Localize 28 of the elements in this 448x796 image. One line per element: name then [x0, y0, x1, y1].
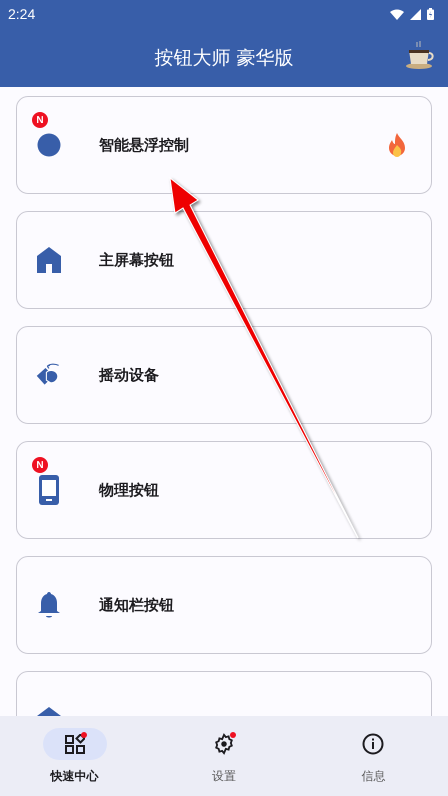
wifi-icon [390, 8, 404, 20]
nav-tab[interactable]: 设置 [149, 716, 299, 796]
card-label: 物理按钮 [99, 480, 160, 500]
new-badge: N [32, 457, 48, 473]
settings-icon [212, 733, 235, 755]
card-label: 主屏幕按钮 [99, 250, 175, 270]
home-icon [37, 247, 61, 273]
feature-card[interactable]: 摇动设备 [16, 326, 432, 424]
smartphone-icon [39, 475, 59, 505]
circle-icon [37, 133, 61, 157]
apps-icon [64, 734, 85, 754]
feature-card[interactable]: N 物理按钮 [16, 441, 432, 539]
app-title: 按钮大师 豪华版 [154, 46, 294, 70]
feature-card[interactable]: N 智能悬浮控制 [16, 96, 432, 194]
status-time: 2:24 [8, 6, 36, 22]
feature-card[interactable]: 通知栏按钮 [16, 556, 432, 654]
signal-icon [410, 8, 421, 20]
card-label: 摇动设备 [99, 366, 160, 384]
battery-icon [427, 8, 434, 20]
card-label: 智能悬浮控制 [99, 136, 190, 154]
coffee-cup-icon[interactable] [404, 38, 436, 70]
bell-icon [37, 591, 61, 619]
nav-tab[interactable]: 快速中心 [0, 716, 150, 796]
card-label: 通知栏按钮 [99, 596, 175, 614]
nav-tab[interactable]: 信息 [298, 716, 448, 796]
info-icon [362, 733, 384, 755]
feature-card[interactable]: 主屏幕按钮 [16, 211, 432, 309]
new-badge: N [32, 112, 48, 128]
